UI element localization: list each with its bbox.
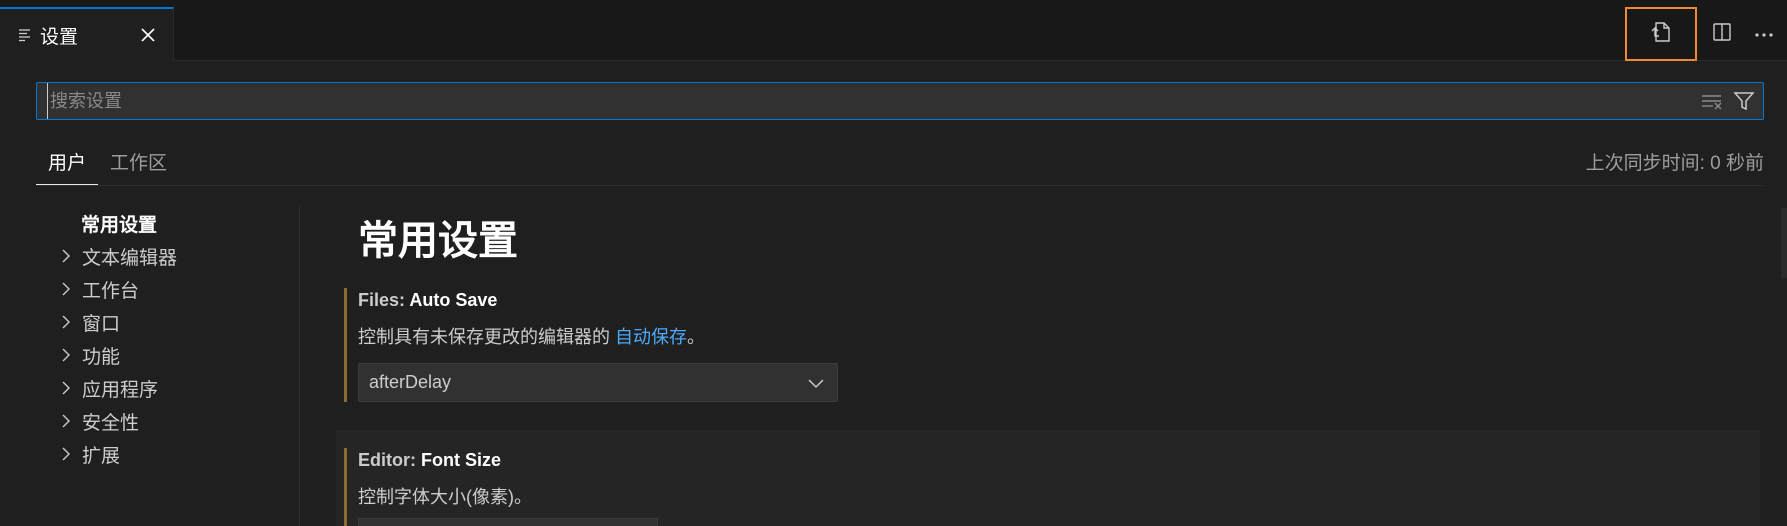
chevron-right-icon <box>58 380 74 396</box>
settings-editor: 设置 搜索设置 用户 工作区 上次同步时间: 0 秒前 常用设置 文本编辑器 工… <box>0 0 1787 526</box>
setting-title: Files: Auto Save <box>358 290 497 311</box>
toc-item-window[interactable]: 窗口 <box>58 309 120 335</box>
toc-item-text-editor[interactable]: 文本编辑器 <box>58 243 177 269</box>
toc-item-application[interactable]: 应用程序 <box>58 375 158 401</box>
toc-item-security[interactable]: 安全性 <box>58 408 139 434</box>
more-actions-button[interactable] <box>1745 15 1783 53</box>
split-editor-icon <box>1712 22 1732 47</box>
toc-item-label: 工作台 <box>82 280 140 302</box>
setting-name: Font Size <box>421 450 501 470</box>
modified-indicator <box>344 448 347 526</box>
auto-save-link[interactable]: 自动保存 <box>615 327 687 347</box>
setting-category: Editor: <box>358 450 421 470</box>
tab-settings[interactable]: 设置 <box>0 7 174 61</box>
description-end: 。 <box>687 327 705 347</box>
toc-item-commonly-used[interactable]: 常用设置 <box>81 210 157 236</box>
auto-save-select[interactable]: afterDelay <box>358 363 838 402</box>
toc-item-label: 窗口 <box>82 313 121 335</box>
more-actions-icon <box>1754 25 1774 43</box>
close-icon[interactable] <box>135 22 161 48</box>
toc-item-label: 扩展 <box>82 445 121 467</box>
settings-content: 常用设置 Files: Auto Save 控制具有未保存更改的编辑器的 自动保… <box>300 190 1760 526</box>
toc-item-label: 功能 <box>82 346 121 368</box>
font-size-input[interactable] <box>358 518 658 526</box>
chevron-right-icon <box>58 347 74 363</box>
editor-tab-bar: 设置 <box>0 0 1787 61</box>
chevron-right-icon <box>58 446 74 462</box>
toc-item-label: 常用设置 <box>81 214 158 236</box>
modified-indicator <box>344 288 347 402</box>
open-settings-json-button[interactable] <box>1625 7 1697 61</box>
tab-user[interactable]: 用户 <box>36 148 99 185</box>
toc-item-extensions[interactable]: 扩展 <box>58 441 120 467</box>
split-editor-button[interactable] <box>1703 15 1741 53</box>
filter-icon[interactable] <box>1733 90 1755 112</box>
select-value: afterDelay <box>369 372 452 392</box>
section-title: 常用设置 <box>358 219 518 263</box>
toc-item-workbench[interactable]: 工作台 <box>58 276 139 302</box>
toc-item-label: 文本编辑器 <box>82 247 178 269</box>
description-text: 控制具有未保存更改的编辑器的 <box>358 327 615 347</box>
sync-status: 上次同步时间: 0 秒前 <box>1585 153 1764 174</box>
editor-actions <box>1625 7 1787 61</box>
chevron-right-icon <box>58 314 74 330</box>
toc-item-label: 应用程序 <box>82 379 159 401</box>
chevron-right-icon <box>58 413 74 429</box>
setting-title: Editor: Font Size <box>358 450 501 471</box>
tab-title: 设置 <box>40 26 79 48</box>
setting-name: Auto Save <box>409 290 498 310</box>
chevron-down-icon <box>807 374 825 392</box>
toc-item-label: 安全性 <box>82 412 140 434</box>
chevron-right-icon <box>58 281 74 297</box>
setting-files-auto-save: Files: Auto Save 控制具有未保存更改的编辑器的 自动保存。 af… <box>336 288 1760 402</box>
setting-category: Files: <box>358 290 410 310</box>
settings-search-box <box>36 82 1764 120</box>
setting-description: 控制字体大小(像素)。 <box>358 487 532 507</box>
clear-filter-icon[interactable] <box>1701 91 1723 111</box>
search-input[interactable] <box>47 83 1650 119</box>
chevron-right-icon <box>58 248 74 264</box>
settings-toc: 常用设置 文本编辑器 工作台 窗口 功能 应用程序 安全性 扩展 <box>36 206 300 526</box>
setting-editor-font-size: Editor: Font Size 控制字体大小(像素)。 <box>336 430 1760 526</box>
scrollbar[interactable] <box>1781 208 1787 278</box>
tab-workspace[interactable]: 工作区 <box>98 148 179 185</box>
settings-list-icon <box>18 28 32 42</box>
setting-description: 控制具有未保存更改的编辑器的 自动保存。 <box>358 323 705 349</box>
open-settings-json-icon <box>1650 21 1672 48</box>
settings-scope-tabs: 用户 工作区 上次同步时间: 0 秒前 <box>36 138 1764 186</box>
toc-item-features[interactable]: 功能 <box>58 342 120 368</box>
